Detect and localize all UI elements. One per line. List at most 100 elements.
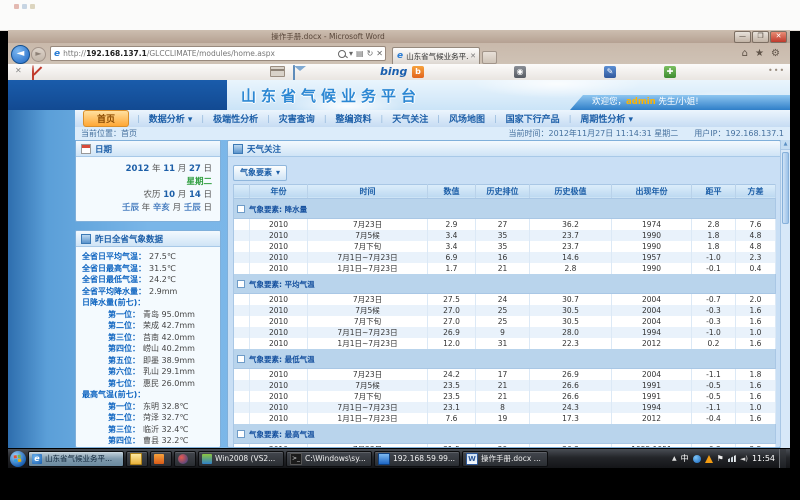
table-row[interactable]: 20107月1日~7月23日23.1824.31994-1.11.0 — [234, 402, 776, 413]
element-filter-button[interactable]: 气象要素▾ — [233, 165, 287, 181]
nav-item-3[interactable]: 灾害查询 — [270, 112, 324, 125]
nav-item-7[interactable]: 国家下行产品 — [497, 112, 569, 125]
cell-6: 2.8 — [692, 218, 736, 230]
nav-item-4[interactable]: 整编资料 — [327, 112, 381, 125]
vertical-scrollbar[interactable]: ▲ — [780, 140, 790, 448]
table-row[interactable]: 20107月1日~7月23日6.91614.61957-1.02.3 — [234, 252, 776, 263]
table-row[interactable]: 20107月1日~7月23日26.9928.01994-1.01.0 — [234, 327, 776, 338]
group-checkbox[interactable] — [237, 430, 245, 438]
weekday: 星期二 — [76, 176, 212, 189]
rank-item: 第二位：菏泽 32.7℃ — [82, 412, 218, 424]
group-checkbox[interactable] — [237, 280, 245, 288]
action-center-flag-icon[interactable]: ⚑ — [717, 454, 724, 463]
pinned-app-app-orange[interactable] — [150, 451, 172, 467]
toolbar-more-icon[interactable]: ••• — [768, 66, 785, 75]
security-tray-icon[interactable] — [693, 455, 701, 463]
table-row[interactable]: 20107月5候3.43523.719901.84.8 — [234, 230, 776, 241]
compatibility-icon[interactable]: ▤ — [356, 49, 364, 59]
browser-tab[interactable]: e 山东省气候业务平... ✕ — [392, 47, 480, 64]
table-row[interactable]: 20107月下旬23.52126.61991-0.51.6 — [234, 391, 776, 402]
column-header-4[interactable]: 历史极值 — [530, 184, 612, 198]
column-header-1[interactable]: 时间 — [308, 184, 428, 198]
nav-item-6[interactable]: 风场地图 — [440, 112, 494, 125]
close-button[interactable]: ✕ — [770, 31, 787, 43]
snapshot-icon[interactable]: ◉ — [514, 66, 526, 78]
table-row[interactable]: 20107月23日24.21726.92004-1.11.8 — [234, 368, 776, 380]
table-row[interactable]: 20107月下旬27.02530.52004-0.31.6 — [234, 316, 776, 327]
weather-stat: 全省日最低气温：24.2℃ — [82, 274, 218, 286]
back-button[interactable]: ◄ — [11, 45, 30, 64]
cell-0: 2010 — [250, 402, 308, 413]
main-panel-header: 天气关注 — [228, 141, 780, 157]
rank-value: 青岛 95.0mm — [143, 310, 195, 319]
column-header-7[interactable]: 方差 — [736, 184, 776, 198]
refresh-icon[interactable]: ↻ — [367, 49, 374, 59]
group-checkbox[interactable] — [237, 355, 245, 363]
home-icon[interactable]: ⌂ — [742, 48, 748, 59]
minimize-button[interactable]: — — [734, 31, 751, 43]
nav-item-8[interactable]: 周期性分析 ▾ — [571, 112, 642, 125]
table-row[interactable]: 20107月5候27.02530.52004-0.31.6 — [234, 305, 776, 316]
speaker-icon[interactable]: ◄) — [740, 455, 748, 463]
cell-7: 2.0 — [736, 293, 776, 305]
rank-value: 惠民 26.0mm — [143, 379, 195, 388]
table-row[interactable]: 20107月23日2.92736.219742.87.6 — [234, 218, 776, 230]
pinned-app-media[interactable] — [174, 451, 196, 467]
nav-item-2[interactable]: 极端性分析 — [204, 112, 267, 125]
show-desktop-button[interactable] — [779, 449, 786, 469]
taskbar-window-2[interactable]: >_C:\Windows\sy... — [286, 451, 372, 467]
taskbar-window-1[interactable]: Win2008 (VS2... — [198, 451, 284, 467]
media-icon — [178, 454, 188, 464]
forward-button[interactable]: ► — [31, 47, 46, 62]
column-header-0[interactable]: 年份 — [250, 184, 308, 198]
taskbar-window-0[interactable]: e山东省气候业务平... — [28, 451, 124, 467]
column-header-6[interactable]: 距平 — [692, 184, 736, 198]
pinned-app-folder[interactable] — [126, 451, 148, 467]
stop-icon[interactable]: ✕ — [376, 49, 383, 59]
main-panel: 天气关注 气象要素▾ 年份时间数值历史排位历史极值出现年份距平方差 气象要素: … — [227, 140, 781, 448]
table-row[interactable]: 20107月23日27.52430.72004-0.72.0 — [234, 293, 776, 305]
date-token: 壬辰 — [122, 203, 139, 213]
search-dropdown-icon[interactable]: ▾ — [349, 49, 353, 59]
rank-section-title-0: 日降水量(前七)： — [82, 297, 218, 309]
group-checkbox[interactable] — [237, 205, 245, 213]
table-row[interactable]: 20101月1日~7月23日1.7212.81990-0.10.4 — [234, 263, 776, 274]
addons-puzzle-icon[interactable]: ✚ — [664, 66, 676, 78]
table-row[interactable]: 20107月下旬3.43523.719901.84.8 — [234, 241, 776, 252]
taskbar-window-3[interactable]: 192.168.59.99... — [374, 451, 460, 467]
tools-gear-icon[interactable]: ⚙ — [771, 48, 780, 59]
maximize-button[interactable]: ❐ — [752, 31, 769, 43]
bing-app-icon[interactable]: b — [412, 66, 424, 78]
toolbar-close-icon[interactable]: ✕ — [15, 66, 22, 75]
site-nav: 首页|数据分析 ▾|极端性分析|灾害查询|整编资料|天气关注|风场地图|国家下行… — [75, 110, 790, 128]
highlight-icon[interactable]: ✎ — [604, 66, 616, 78]
scroll-up-arrow[interactable]: ▲ — [781, 140, 790, 150]
table-row[interactable]: 20101月1日~7月23日7.61917.32012-0.41.6 — [234, 413, 776, 424]
column-header-2[interactable]: 数值 — [428, 184, 476, 198]
tab-close-icon[interactable]: ✕ — [470, 52, 476, 60]
card-icon[interactable] — [270, 66, 285, 77]
table-row[interactable]: 20101月1日~7月23日12.03122.320120.21.6 — [234, 338, 776, 349]
ime-indicator[interactable]: 中 — [681, 453, 689, 464]
table-row[interactable]: 20107月5候23.52126.61991-0.51.6 — [234, 380, 776, 391]
breadcrumb: 当前位置：首页 — [81, 128, 137, 139]
address-bar[interactable]: e http://192.168.137.1/GLCCLIMATE/module… — [50, 46, 386, 61]
column-header-3[interactable]: 历史排位 — [476, 184, 530, 198]
bing-logo[interactable]: bing — [380, 65, 407, 78]
rank-item: 第四位：崂山 40.2mm — [82, 343, 218, 355]
flame-tray-icon[interactable] — [705, 455, 713, 463]
taskbar-window-4[interactable]: W操作手册.docx ... — [462, 451, 548, 467]
tray-expand-icon[interactable]: ▲ — [672, 455, 677, 462]
nav-item-5[interactable]: 天气关注 — [383, 112, 437, 125]
search-icon[interactable] — [338, 50, 346, 58]
nav-item-1[interactable]: 数据分析 ▾ — [140, 112, 202, 125]
cell-6: -0.1 — [692, 263, 736, 274]
nav-item-0[interactable]: 首页 — [83, 110, 129, 127]
favorites-star-icon[interactable]: ★ — [755, 48, 764, 59]
column-header-5[interactable]: 出现年份 — [612, 184, 692, 198]
scrollbar-thumb[interactable] — [782, 152, 789, 224]
network-icon[interactable] — [728, 455, 736, 462]
date-token: 2012 — [126, 164, 150, 174]
start-button[interactable] — [10, 451, 26, 467]
new-tab-button[interactable] — [482, 51, 497, 64]
